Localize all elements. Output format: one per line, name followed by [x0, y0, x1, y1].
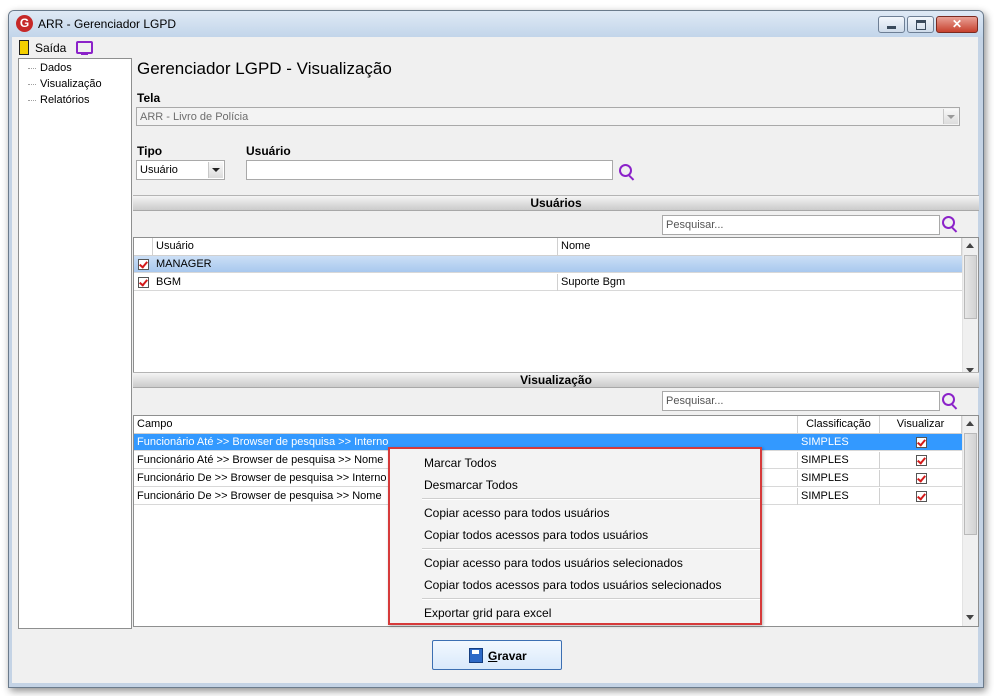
visualizar-checkbox[interactable]: [916, 437, 927, 448]
row-checkbox[interactable]: [138, 259, 149, 270]
menu-item-marcar-todos[interactable]: Marcar Todos: [424, 456, 496, 470]
usuarios-grid-header: Usuário Nome: [134, 238, 962, 256]
usuarios-scrollbar[interactable]: [962, 238, 978, 380]
tela-value: ARR - Livro de Polícia: [140, 111, 249, 123]
exit-button[interactable]: Saída: [35, 41, 66, 55]
chevron-down-icon[interactable]: [208, 162, 223, 178]
scroll-thumb[interactable]: [964, 433, 977, 535]
tree-item-visualizacao[interactable]: Visualização: [40, 78, 102, 90]
menu-item-copiar-acesso-selecionados[interactable]: Copiar acesso para todos usuários seleci…: [424, 556, 683, 570]
scroll-up-icon[interactable]: [966, 243, 974, 248]
visualizacao-search-input[interactable]: Pesquisar...: [662, 391, 940, 411]
chevron-down-icon[interactable]: [943, 109, 958, 124]
cell-usuario: BGM: [153, 274, 558, 291]
tela-select[interactable]: ARR - Livro de Polícia: [136, 107, 960, 126]
menu-item-desmarcar-todos[interactable]: Desmarcar Todos: [424, 478, 518, 492]
context-menu: Marcar Todos Desmarcar Todos Copiar aces…: [388, 447, 762, 625]
menu-item-exportar-excel[interactable]: Exportar grid para excel: [424, 606, 551, 620]
visualizar-checkbox[interactable]: [916, 455, 927, 466]
search-icon[interactable]: [942, 393, 955, 406]
row-checkbox[interactable]: [138, 277, 149, 288]
cell-classificacao: SIMPLES: [801, 436, 849, 448]
usuario-label: Usuário: [246, 144, 291, 158]
header-visualizar[interactable]: Visualizar: [880, 416, 962, 433]
visualizacao-search-placeholder: Pesquisar...: [666, 395, 724, 407]
table-row[interactable]: BGM Suporte Bgm: [134, 274, 962, 291]
cell-nome: Suporte Bgm: [561, 276, 626, 288]
menu-separator: [422, 498, 760, 500]
close-button[interactable]: ✕: [936, 16, 978, 33]
tree-item-dados[interactable]: Dados: [40, 62, 72, 74]
header-nome[interactable]: Nome: [558, 238, 962, 255]
title-bar[interactable]: G ARR - Gerenciador LGPD ✕: [9, 11, 983, 37]
usuarios-search-input[interactable]: Pesquisar...: [662, 215, 940, 235]
tipo-label: Tipo: [137, 144, 163, 158]
monitor-icon[interactable]: [76, 41, 93, 55]
visualizacao-grid-header: Campo Classificação Visualizar: [134, 416, 962, 434]
scroll-down-icon[interactable]: [966, 615, 974, 620]
menu-separator: [422, 598, 760, 600]
visualizacao-scrollbar[interactable]: [962, 416, 978, 626]
save-button-label: Gravar: [488, 649, 527, 663]
visualizar-checkbox[interactable]: [916, 491, 927, 502]
tree-connector: [28, 100, 36, 101]
minimize-button[interactable]: [878, 16, 905, 33]
tree-connector: [28, 68, 36, 69]
app-logo-icon: G: [16, 15, 33, 32]
window-title: ARR - Gerenciador LGPD: [38, 17, 177, 31]
menu-item-copiar-todos-acessos[interactable]: Copiar todos acessos para todos usuários: [424, 528, 648, 542]
search-icon[interactable]: [942, 216, 955, 229]
tela-label: Tela: [137, 91, 161, 105]
tree-item-relatorios[interactable]: Relatórios: [40, 94, 90, 106]
cell-classificacao: SIMPLES: [798, 470, 880, 487]
header-cell: [134, 238, 153, 255]
usuarios-grid: Usuário Nome MANAGER BGM Suporte Bgm: [133, 237, 979, 381]
toolbar: Saída: [12, 37, 978, 57]
cell-usuario: MANAGER: [156, 258, 212, 270]
scroll-up-icon[interactable]: [966, 421, 974, 426]
cell-classificacao: SIMPLES: [798, 488, 880, 505]
navigation-tree: Dados Visualização Relatórios: [18, 58, 132, 629]
tipo-select[interactable]: Usuário: [136, 160, 225, 180]
menu-item-copiar-acesso[interactable]: Copiar acesso para todos usuários: [424, 506, 609, 520]
maximize-button[interactable]: [907, 16, 934, 33]
header-classificacao[interactable]: Classificação: [798, 416, 880, 433]
visualizar-checkbox[interactable]: [916, 473, 927, 484]
usuarios-section-header: Usuários: [133, 195, 979, 211]
menu-item-copiar-todos-acessos-selecionados[interactable]: Copiar todos acessos para todos usuários…: [424, 578, 722, 592]
search-icon[interactable]: [619, 164, 632, 177]
usuarios-search-placeholder: Pesquisar...: [666, 219, 724, 231]
header-usuario[interactable]: Usuário: [153, 238, 558, 255]
floppy-disk-icon: [469, 648, 483, 663]
header-campo[interactable]: Campo: [134, 416, 798, 433]
menu-separator: [422, 548, 760, 550]
cell-nome: [558, 256, 962, 273]
table-row[interactable]: MANAGER: [134, 256, 962, 273]
exit-door-icon[interactable]: [19, 40, 29, 55]
scroll-thumb[interactable]: [964, 255, 977, 319]
usuario-input[interactable]: [246, 160, 613, 180]
tipo-value: Usuário: [140, 164, 178, 176]
tree-connector: [28, 84, 36, 85]
close-icon: ✕: [951, 17, 963, 31]
visualizacao-section-header: Visualização: [133, 372, 979, 388]
page-title: Gerenciador LGPD - Visualização: [137, 59, 392, 78]
save-button[interactable]: Gravar: [432, 640, 562, 670]
cell-classificacao: SIMPLES: [798, 452, 880, 469]
